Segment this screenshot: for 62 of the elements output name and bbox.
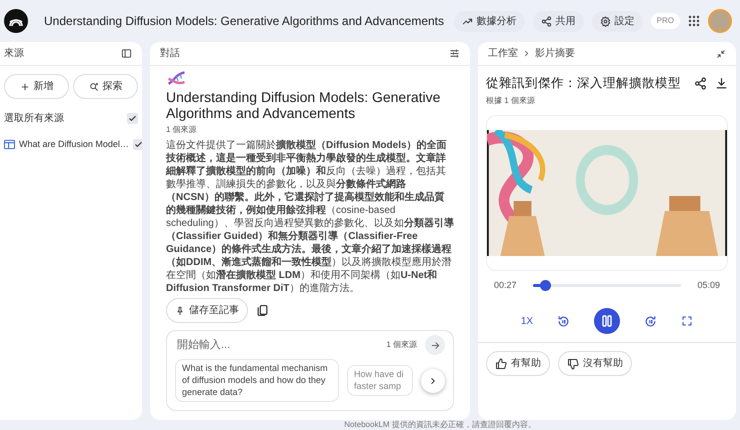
copy-icon[interactable] — [256, 304, 269, 318]
fullscreen-icon — [681, 315, 694, 328]
elapsed-time: 00:27 — [494, 278, 517, 292]
panel-title: 來源 — [4, 46, 24, 61]
source-count: 1 個來源 — [166, 124, 198, 136]
video-frame-placeholder[interactable] — [487, 130, 727, 256]
checkbox[interactable] — [127, 113, 138, 124]
duration-time: 05:09 — [697, 278, 720, 292]
rewind-icon — [557, 314, 570, 328]
chevron-right-icon — [522, 49, 531, 58]
document-heading: Understanding Diffusion Models: Generative Algorithms and Advancements — [166, 89, 442, 122]
playback-speed-button[interactable]: 1X — [520, 314, 534, 329]
header-action-button[interactable]: 設定 — [592, 10, 643, 32]
share-icon — [540, 16, 552, 26]
collapse-icon[interactable] — [716, 48, 726, 58]
tune-icon[interactable] — [449, 48, 460, 59]
dna-icon — [166, 70, 187, 86]
web-page-icon — [4, 139, 15, 150]
slider-thumb[interactable] — [540, 280, 552, 291]
play-pause-button[interactable] — [594, 308, 620, 334]
suggestion-card[interactable]: How have di faster samp — [347, 365, 413, 396]
trend-icon — [462, 16, 473, 26]
source-note: 根據 1 個來源 — [486, 94, 536, 107]
thumbs-up-icon — [495, 358, 507, 370]
panel-title: 對話 — [160, 46, 180, 61]
plan-badge: PRO — [650, 13, 680, 29]
source-count: 1 個來源 — [386, 339, 417, 352]
chat-input-field[interactable]: 開始輸入... — [175, 336, 378, 354]
send-button[interactable] — [425, 335, 445, 356]
settings-icon — [600, 16, 611, 26]
apps-grid-icon[interactable] — [688, 15, 700, 27]
download-icon[interactable] — [715, 76, 728, 90]
share-icon[interactable] — [694, 76, 707, 90]
checkbox[interactable] — [132, 139, 142, 150]
header-action-button[interactable]: 共用 — [532, 10, 584, 32]
video-title: 從雜訊到傑作：深入理解擴散模型 — [486, 75, 682, 92]
select-all-label: 選取所有來源 — [4, 112, 64, 126]
notebook-title: Understanding Diffusion Models: Generative Algorithms and Advancements — [44, 13, 446, 30]
rewind-button[interactable] — [557, 314, 570, 328]
source-title[interactable]: What are Diffusion Model… — [19, 138, 129, 152]
breadcrumb-item[interactable]: 影片摘要 — [535, 46, 575, 61]
search-icon — [88, 82, 98, 92]
feedback-button[interactable]: 沒有幫助 — [558, 351, 632, 376]
disclaimer-text: NotebookLM 提供的資訊未必正確，請查證回覆內容。 — [343, 420, 537, 430]
pause-icon — [601, 315, 614, 328]
breadcrumb-item[interactable]: 工作室 — [488, 46, 518, 61]
fullscreen-button[interactable] — [681, 315, 694, 328]
source-action-button[interactable]: 新增 — [4, 74, 69, 99]
suggestion-card[interactable]: What is the fundamental mechanism of diffusion models and how do they generate data? — [175, 359, 339, 402]
thumbs-down-icon — [567, 358, 579, 370]
summary-paragraph: 這份文件提供了一篇關於擴散模型（Diffusion Models）的全面技術概述，這是一種受到非平衡熱力學啟發的生成模型。文章詳細解釋了擴散模型的前向（加噪）和反向（去噪）過程，包括其數學推導、訓練損失的參數化，以及與分數條件式網路（NCSN）的聯繫。此外，它還探討了提高模型效能和生成品質的幾種關鍵技術，例如使用餘弦排程（cosine-based scheduling）、學習反向過程變異數的參數化、以及如分類器引導（Classifier Guided）和無分類器引導（Classifier-Free Guidance）的條件式生成方法。最後，文章介紹了加速採樣過程（如DDIM、漸進式蒸餾和一致性模型）以及將擴散模型應用於潛在空間（如潛在擴散模型 LDM）和使用不同架構（如U-Net和Diffusion Transformer DiT）的進階方法。 — [166, 139, 454, 296]
forward-icon — [644, 314, 658, 328]
logo-icon[interactable] — [4, 9, 28, 33]
header-action-button[interactable]: 數據分析 — [454, 10, 525, 32]
save-to-note-button[interactable]: 儲存至記事 — [166, 298, 248, 324]
feedback-button[interactable]: 有幫助 — [486, 351, 550, 376]
plus-icon — [20, 82, 30, 92]
pin-icon — [175, 306, 185, 316]
forward-button[interactable] — [644, 314, 658, 328]
sidebar-toggle-icon[interactable] — [121, 48, 132, 59]
arrow-right-icon — [430, 340, 440, 351]
source-action-button[interactable]: 探索 — [73, 74, 138, 99]
